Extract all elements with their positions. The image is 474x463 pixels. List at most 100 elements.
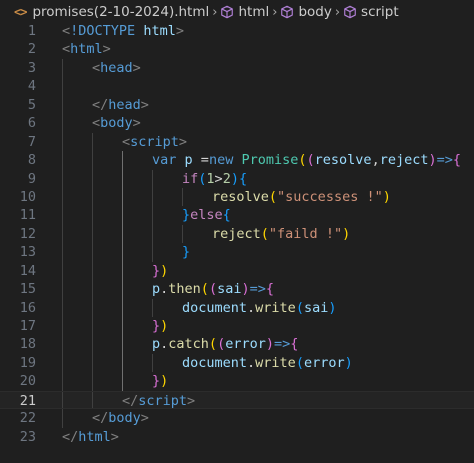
code-token: , (371, 152, 380, 169)
code-token: then (168, 281, 201, 298)
code-token: resolve (212, 188, 269, 205)
indent-guide (122, 353, 123, 373)
code-token: > (175, 23, 184, 39)
code-line[interactable]: 3 <head> (0, 58, 474, 78)
code-token: sai (303, 299, 329, 316)
code-line[interactable]: 10 resolve("successes !") (0, 187, 474, 207)
indent-guide (92, 224, 93, 244)
line-number: 11 (19, 207, 36, 224)
line-number: 6 (27, 115, 36, 132)
breadcrumb-item-label: script (361, 4, 399, 20)
indent-guide (182, 187, 183, 207)
code-token: write (255, 354, 296, 371)
indent-guide (62, 353, 63, 373)
code-text: }) (152, 372, 168, 390)
code-token: p (152, 336, 161, 353)
line-number: 5 (27, 96, 36, 113)
indent-guide (62, 58, 63, 78)
code-line[interactable]: 19 document.write(error) (0, 353, 474, 373)
code-token: ) (160, 373, 169, 390)
code-line[interactable]: 21 </script> (0, 390, 474, 410)
code-token: = (192, 152, 209, 169)
code-token: </ (92, 410, 109, 427)
code-token: > (110, 428, 119, 445)
code-text: </body> (92, 409, 149, 427)
line-number: 23 (19, 428, 36, 445)
indent-guide (122, 151, 123, 170)
code-token: ) (344, 354, 353, 371)
indent-guide (92, 132, 93, 152)
code-token: . (247, 354, 256, 371)
indent-guide (62, 317, 63, 336)
code-token: catch (168, 336, 209, 353)
indent-guide (152, 187, 153, 207)
code-token: script (130, 133, 179, 150)
indent-guide (92, 206, 93, 225)
code-text: </head> (92, 96, 149, 114)
code-line[interactable]: 7 <script> (0, 132, 474, 152)
indent-guide (92, 169, 93, 188)
code-text: <!DOCTYPE html> (62, 22, 184, 40)
code-line[interactable]: 4 (0, 77, 474, 96)
indent-guide (62, 132, 63, 152)
code-token: ( (306, 152, 315, 169)
code-line[interactable]: 2 <html> (0, 40, 474, 58)
breadcrumb-file[interactable]: <> promises(2-10-2024).html (14, 0, 209, 24)
code-line[interactable]: 8 var p =new Promise((resolve,reject)=>{ (0, 151, 474, 170)
code-line[interactable]: 22 </body> (0, 409, 474, 428)
code-line[interactable]: 17}) (0, 317, 474, 336)
code-token: 2 (222, 170, 231, 187)
breadcrumb-item-html[interactable]: html (220, 0, 269, 24)
code-token: 1 (206, 170, 215, 187)
code-token: => (436, 152, 453, 169)
indent-guide (62, 243, 63, 262)
code-line[interactable]: 12 reject("faild !") (0, 224, 474, 244)
code-text: var p =new Promise((resolve,reject)=>{ (152, 151, 461, 169)
code-line[interactable]: 14}) (0, 261, 474, 281)
cube-icon (221, 5, 234, 19)
line-number: 7 (27, 133, 36, 150)
breadcrumb-item-script[interactable]: script (343, 0, 399, 24)
code-token: ( (295, 354, 304, 371)
code-line[interactable]: 18 p.catch((error)=>{ (0, 335, 474, 354)
code-line[interactable]: 5 </head> (0, 95, 474, 115)
code-line[interactable]: 16 document.write(sai) (0, 298, 474, 317)
line-number: 19 (19, 354, 36, 371)
code-token: < (92, 115, 101, 132)
code-token: !DOCTYPE (70, 23, 136, 39)
code-token: < (62, 41, 71, 58)
code-token: html (143, 23, 176, 39)
code-line[interactable]: 11}else{ (0, 206, 474, 225)
line-number: 1 (27, 23, 36, 39)
code-line[interactable]: 23 </html> (0, 428, 474, 446)
indent-guide (92, 317, 93, 336)
code-line[interactable]: 1 <!DOCTYPE html> (0, 22, 474, 40)
code-token: ) (428, 152, 437, 169)
indent-guide (62, 372, 63, 391)
code-lines[interactable]: 1 <!DOCTYPE html> 2 <html> 3 <head> 4 5 </head> 6… (0, 22, 474, 446)
code-text: document.write(sai) (182, 299, 336, 317)
code-token: sai (217, 281, 242, 298)
code-line[interactable]: 15 p.then((sai)=>{ (0, 280, 474, 299)
code-token: </ (92, 96, 109, 113)
code-line[interactable]: 6 <body> (0, 114, 474, 133)
indent-guide (122, 169, 123, 188)
code-token: document (182, 299, 248, 316)
code-editor[interactable]: <> promises(2-10-2024).html › html › bod… (0, 0, 474, 463)
code-token: < (92, 59, 101, 76)
code-text: document.write(error) (182, 354, 353, 372)
code-token: ) (342, 225, 351, 242)
code-line[interactable]: 20}) (0, 372, 474, 391)
code-token: ) (328, 299, 337, 316)
line-number: 21 (19, 392, 36, 409)
code-token: ( (208, 281, 218, 298)
code-line[interactable]: 13} (0, 243, 474, 262)
line-number: 14 (19, 262, 36, 279)
code-token: < (122, 133, 131, 150)
breadcrumb-item-body[interactable]: body (280, 0, 332, 24)
breadcrumb-item-label: body (298, 4, 332, 20)
code-line[interactable]: 9 if(1>2){ (0, 169, 474, 188)
code-token: } (152, 262, 161, 279)
code-token: { (265, 281, 275, 298)
